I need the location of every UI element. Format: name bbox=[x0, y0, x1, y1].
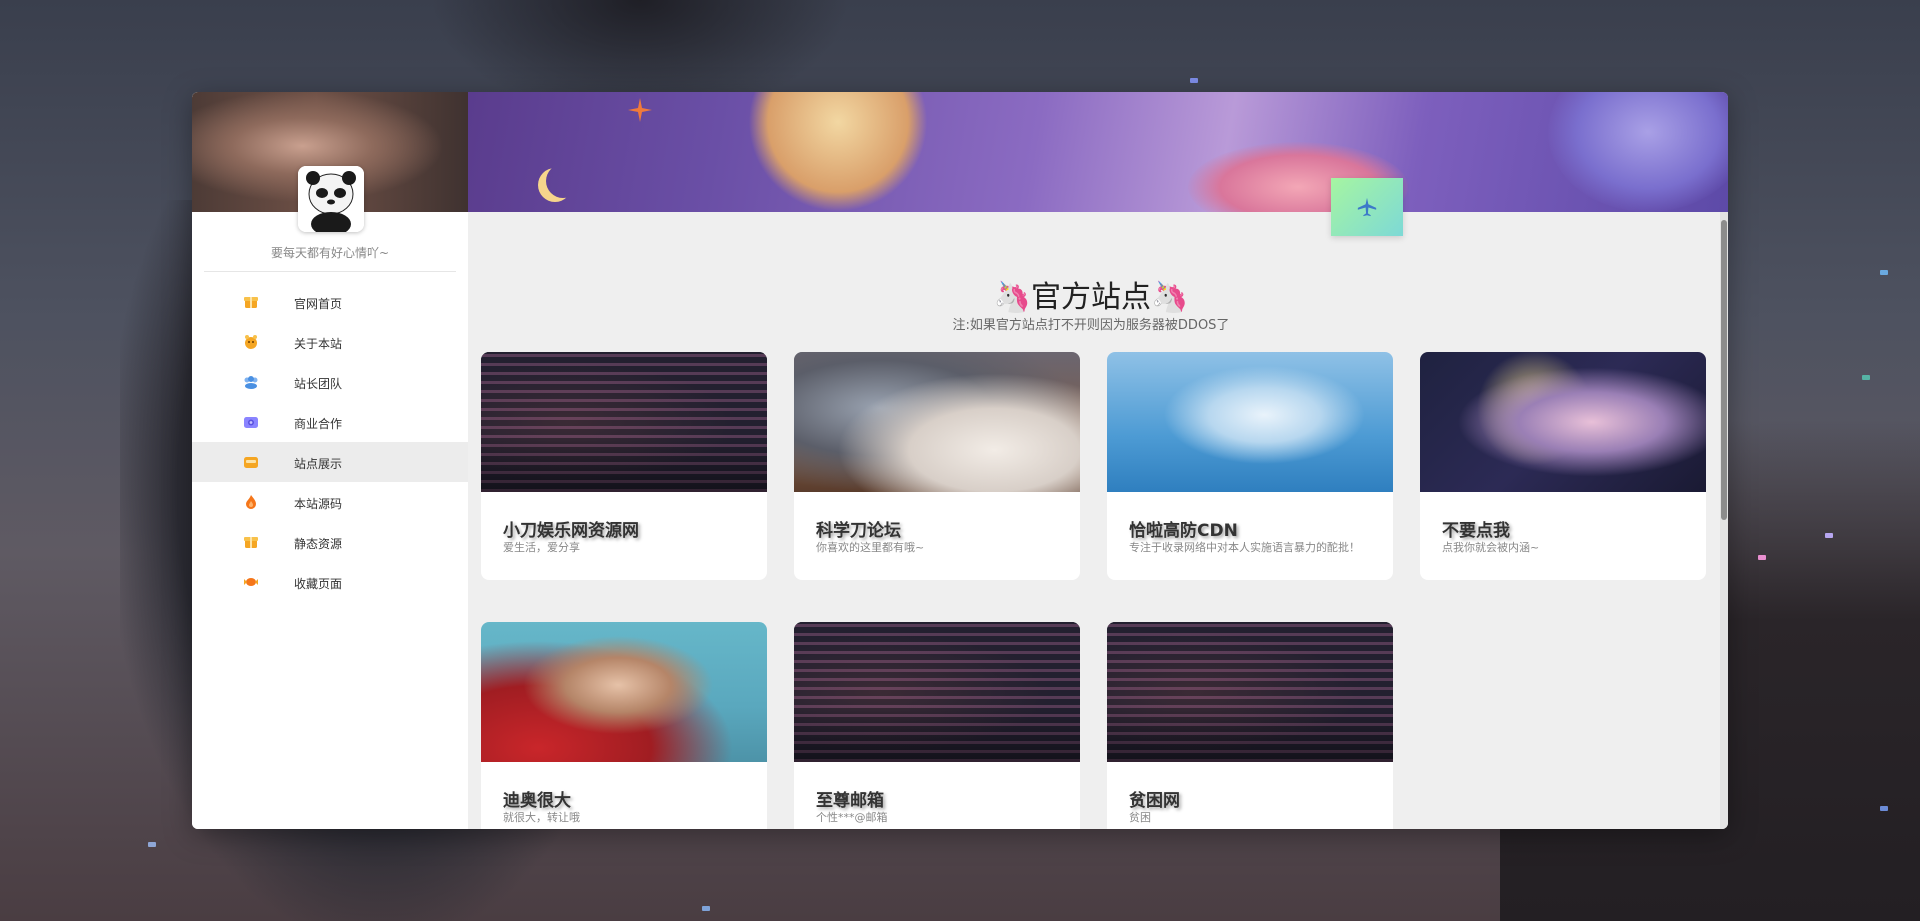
card-desc: 就很大，转让哦 bbox=[503, 811, 580, 824]
avatar[interactable] bbox=[298, 166, 364, 232]
inbox-icon bbox=[244, 457, 258, 468]
flame-icon bbox=[246, 495, 256, 509]
site-card[interactable]: 小刀娱乐网资源网 爱生活，爱分享 bbox=[481, 352, 767, 580]
sidebar-item-about[interactable]: 关于本站 bbox=[192, 322, 468, 362]
app-window: 要每天都有好心情吖~ 官网首页 关于本站 站长团队 商业合作 站点展示 本站源码… bbox=[192, 92, 1728, 829]
sparkle-icon bbox=[628, 98, 652, 122]
page-title: 官方站点 bbox=[1031, 280, 1151, 315]
card-title: 小刀娱乐网资源网 bbox=[503, 521, 639, 541]
sidebar-item-label: 收藏页面 bbox=[294, 577, 343, 591]
sidebar-item-home[interactable]: 官网首页 bbox=[192, 282, 468, 322]
card-image bbox=[794, 352, 1080, 492]
card-desc: 贫困 bbox=[1129, 811, 1151, 824]
card-title: 恰啦高防CDN bbox=[1129, 521, 1238, 541]
gift-box-icon bbox=[244, 537, 258, 548]
sidebar-item-label: 本站源码 bbox=[294, 497, 343, 511]
card-title: 贫困网 bbox=[1129, 791, 1180, 811]
sidebar-item-source[interactable]: 本站源码 bbox=[192, 482, 468, 522]
main-content: 🦄官方站点🦄 注:如果官方站点打不开则因为服务器被DDOS了 小刀娱乐网资源网 … bbox=[468, 92, 1728, 829]
card-image bbox=[1107, 622, 1393, 762]
section-note: 注:如果官方站点打不开则因为服务器被DDOS了 bbox=[952, 318, 1230, 333]
card-desc: 点我你就会被内涵~ bbox=[1442, 541, 1540, 554]
sidebar-item-label: 站长团队 bbox=[294, 377, 343, 391]
sidebar-item-label: 静态资源 bbox=[294, 537, 343, 551]
panda-avatar-icon bbox=[298, 166, 364, 232]
face-icon bbox=[245, 335, 257, 349]
card-desc: 爱生活，爱分享 bbox=[503, 541, 580, 554]
card-title: 迪奥很大 bbox=[503, 791, 571, 811]
card-title: 不要点我 bbox=[1442, 521, 1510, 541]
card-image bbox=[1420, 352, 1706, 492]
sidebar-item-team[interactable]: 站长团队 bbox=[192, 362, 468, 402]
site-card[interactable]: 至尊邮箱 个性***@邮箱 bbox=[794, 622, 1080, 829]
plane-button[interactable] bbox=[1331, 178, 1403, 236]
card-image bbox=[794, 622, 1080, 762]
hero-banner-image bbox=[468, 92, 1728, 212]
sidebar-item-showcase[interactable]: 站点展示 bbox=[192, 442, 468, 482]
sidebar-item-favorites[interactable]: 收藏页面 bbox=[192, 562, 468, 602]
team-icon bbox=[244, 376, 258, 389]
scrollbar-thumb[interactable] bbox=[1721, 220, 1727, 520]
unicorn-icon: 🦄 bbox=[1151, 280, 1189, 315]
card-title: 科学刀论坛 bbox=[816, 521, 901, 541]
unicorn-icon: 🦄 bbox=[993, 280, 1031, 315]
card-image bbox=[1107, 352, 1393, 492]
gift-box-icon bbox=[244, 297, 258, 308]
site-card[interactable]: 科学刀论坛 你喜欢的这里都有哦~ bbox=[794, 352, 1080, 580]
site-card[interactable]: 贫困网 贫困 bbox=[1107, 622, 1393, 829]
sidebar-item-business[interactable]: 商业合作 bbox=[192, 402, 468, 442]
site-card[interactable]: 不要点我 点我你就会被内涵~ bbox=[1420, 352, 1706, 580]
sidebar-nav: 官网首页 关于本站 站长团队 商业合作 站点展示 本站源码 静态资源 收藏页面 bbox=[192, 282, 468, 602]
card-desc: 你喜欢的这里都有哦~ bbox=[816, 541, 925, 554]
card-image bbox=[481, 352, 767, 492]
card-desc: 个性***@邮箱 bbox=[816, 811, 888, 824]
sidebar-item-label: 官网首页 bbox=[294, 297, 343, 311]
card-desc: 专注于收录网络中对本人实施语言暴力的酡批！ bbox=[1129, 541, 1360, 554]
sidebar-item-label: 商业合作 bbox=[294, 417, 343, 431]
scrollbar[interactable] bbox=[1720, 212, 1728, 829]
site-card[interactable]: 恰啦高防CDN 专注于收录网络中对本人实施语言暴力的酡批！ bbox=[1107, 352, 1393, 580]
sidebar: 要每天都有好心情吖~ 官网首页 关于本站 站长团队 商业合作 站点展示 本站源码… bbox=[192, 92, 468, 829]
section-heading: 🦄官方站点🦄 bbox=[468, 272, 1714, 316]
airplane-icon bbox=[1357, 197, 1377, 217]
sidebar-item-static[interactable]: 静态资源 bbox=[192, 522, 468, 562]
site-card[interactable]: 迪奥很大 就很大，转让哦 bbox=[481, 622, 767, 829]
candy-icon bbox=[244, 578, 258, 586]
camera-icon bbox=[244, 417, 258, 428]
sidebar-motto: 要每天都有好心情吖~ bbox=[204, 244, 456, 272]
sidebar-item-label: 站点展示 bbox=[294, 457, 343, 471]
card-title: 至尊邮箱 bbox=[816, 791, 884, 811]
sidebar-item-label: 关于本站 bbox=[294, 337, 343, 351]
card-image bbox=[481, 622, 767, 762]
